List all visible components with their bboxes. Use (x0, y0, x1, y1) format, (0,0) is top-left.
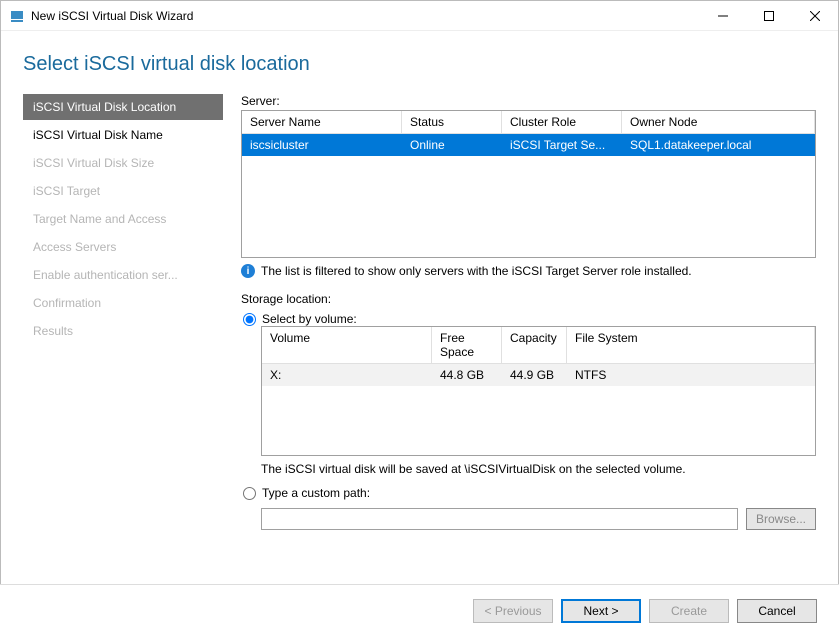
vol-col-fs[interactable]: File System (567, 327, 815, 364)
server-name-cell: iscsicluster (242, 134, 402, 156)
nav-item-6: Enable authentication ser... (23, 262, 223, 288)
server-status-cell: Online (402, 134, 502, 156)
app-icon (9, 8, 25, 24)
previous-button: < Previous (473, 599, 553, 623)
volume-row[interactable]: X: 44.8 GB 44.9 GB NTFS (262, 364, 815, 386)
nav-item-1[interactable]: iSCSI Virtual Disk Name (23, 122, 223, 148)
server-role-cell: iSCSI Target Se... (502, 134, 622, 156)
server-grid[interactable]: Server Name Status Cluster Role Owner No… (241, 110, 816, 258)
nav-item-7: Confirmation (23, 290, 223, 316)
browse-button[interactable]: Browse... (746, 508, 816, 530)
vol-col-free[interactable]: Free Space (432, 327, 502, 364)
server-label: Server: (241, 94, 816, 108)
col-owner-node[interactable]: Owner Node (622, 111, 815, 133)
footer: < Previous Next > Create Cancel (0, 584, 839, 636)
minimize-button[interactable] (700, 1, 746, 31)
create-button: Create (649, 599, 729, 623)
volume-grid-header: Volume Free Space Capacity File System (262, 327, 815, 364)
maximize-button[interactable] (746, 1, 792, 31)
vol-col-volume[interactable]: Volume (262, 327, 432, 364)
volume-cell: X: (262, 364, 432, 386)
fs-cell: NTFS (567, 364, 815, 386)
custom-path-row[interactable]: Type a custom path: (241, 486, 816, 500)
wizard-nav: iSCSI Virtual Disk LocationiSCSI Virtual… (23, 94, 223, 624)
server-owner-cell: SQL1.datakeeper.local (622, 134, 815, 156)
select-by-volume-row[interactable]: Select by volume: (241, 312, 816, 326)
nav-item-0[interactable]: iSCSI Virtual Disk Location (23, 94, 223, 120)
col-status[interactable]: Status (402, 111, 502, 133)
volume-save-note: The iSCSI virtual disk will be saved at … (261, 462, 816, 476)
server-info: i The list is filtered to show only serv… (241, 264, 816, 278)
nav-item-5: Access Servers (23, 234, 223, 260)
volume-radio-label: Select by volume: (262, 312, 357, 326)
window-title: New iSCSI Virtual Disk Wizard (31, 9, 700, 23)
capacity-cell: 44.9 GB (502, 364, 567, 386)
storage-label: Storage location: (241, 292, 816, 306)
volume-grid[interactable]: Volume Free Space Capacity File System X… (261, 326, 816, 456)
server-info-text: The list is filtered to show only server… (261, 264, 692, 278)
custom-path-input[interactable] (261, 508, 738, 530)
free-cell: 44.8 GB (432, 364, 502, 386)
nav-item-2: iSCSI Virtual Disk Size (23, 150, 223, 176)
close-button[interactable] (792, 1, 838, 31)
volume-radio[interactable] (243, 313, 256, 326)
page-title: Select iSCSI virtual disk location (1, 31, 838, 84)
cancel-button[interactable]: Cancel (737, 599, 817, 623)
nav-item-3: iSCSI Target (23, 178, 223, 204)
titlebar: New iSCSI Virtual Disk Wizard (1, 1, 838, 31)
col-cluster-role[interactable]: Cluster Role (502, 111, 622, 133)
nav-item-4: Target Name and Access (23, 206, 223, 232)
col-server-name[interactable]: Server Name (242, 111, 402, 133)
vol-col-capacity[interactable]: Capacity (502, 327, 567, 364)
nav-item-8: Results (23, 318, 223, 344)
custom-path-radio[interactable] (243, 487, 256, 500)
server-row[interactable]: iscsicluster Online iSCSI Target Se... S… (242, 134, 815, 156)
custom-path-label: Type a custom path: (262, 486, 370, 500)
info-icon: i (241, 264, 255, 278)
next-button[interactable]: Next > (561, 599, 641, 623)
server-grid-header: Server Name Status Cluster Role Owner No… (242, 111, 815, 134)
